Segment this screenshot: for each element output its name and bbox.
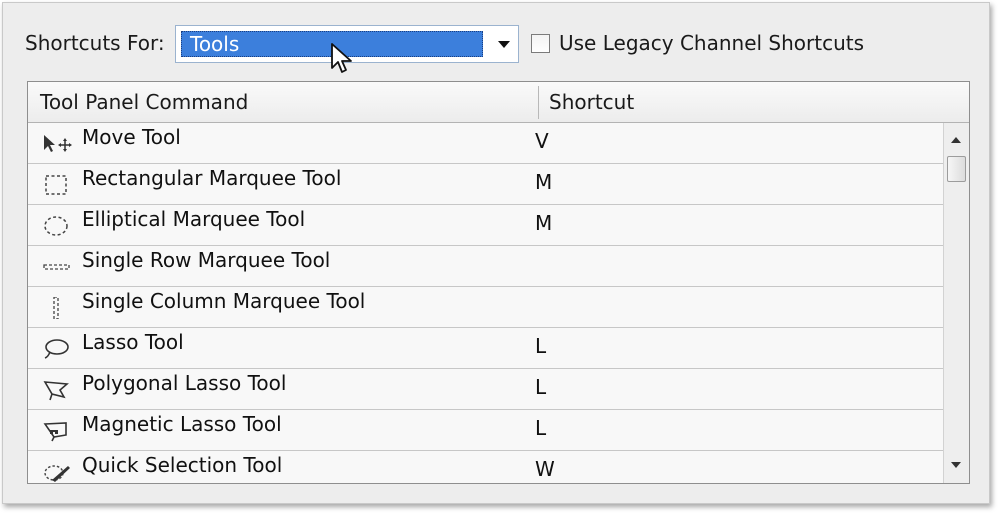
shortcut-key[interactable]: L <box>535 416 546 440</box>
column-header-shortcut[interactable]: Shortcut <box>549 82 634 123</box>
command-name: Magnetic Lasso Tool <box>82 412 282 436</box>
scroll-down-arrow-icon[interactable] <box>951 462 961 468</box>
table-row[interactable]: Quick Selection Tool W <box>28 451 943 483</box>
mouse-cursor-icon <box>331 43 352 73</box>
keyboard-shortcuts-panel: Shortcuts For: Tools Use Legacy Channel … <box>2 2 990 504</box>
single-row-marquee-icon <box>43 264 70 270</box>
table-row[interactable]: Single Column Marquee Tool <box>28 287 943 328</box>
table-header: Tool Panel Command Shortcut <box>28 82 969 123</box>
table-row[interactable]: Magnetic Lasso Tool L <box>28 410 943 451</box>
command-name: Move Tool <box>82 125 181 149</box>
dropdown-selected-value: Tools <box>190 32 240 56</box>
table-row[interactable]: Lasso Tool L <box>28 328 943 369</box>
column-divider[interactable] <box>538 86 539 119</box>
command-name: Rectangular Marquee Tool <box>82 166 342 190</box>
command-name: Elliptical Marquee Tool <box>82 207 306 231</box>
lasso-icon <box>44 339 69 359</box>
shortcut-table: Tool Panel Command Shortcut Move Tool V … <box>27 81 970 484</box>
vertical-scrollbar[interactable] <box>943 123 969 483</box>
shortcut-key[interactable]: M <box>535 211 552 235</box>
legacy-channel-label: Use Legacy Channel Shortcuts <box>559 31 865 55</box>
scroll-thumb[interactable] <box>947 156 966 182</box>
shortcut-key[interactable]: M <box>535 170 552 194</box>
quick-selection-icon <box>44 465 70 482</box>
table-row[interactable]: Polygonal Lasso Tool L <box>28 369 943 410</box>
magnetic-lasso-icon <box>43 422 67 442</box>
table-row[interactable]: Move Tool V <box>28 123 943 164</box>
scroll-up-arrow-icon[interactable] <box>951 137 961 143</box>
column-header-command[interactable]: Tool Panel Command <box>40 82 248 123</box>
command-name: Polygonal Lasso Tool <box>82 371 287 395</box>
chevron-down-icon[interactable] <box>498 41 510 48</box>
table-row[interactable]: Single Row Marquee Tool <box>28 246 943 287</box>
single-column-marquee-icon <box>53 297 59 319</box>
table-body: Move Tool V Rectangular Marquee Tool M E… <box>28 123 943 483</box>
command-name: Lasso Tool <box>82 330 184 354</box>
shortcut-key[interactable]: W <box>535 457 555 481</box>
elliptical-marquee-icon <box>44 216 68 236</box>
table-row[interactable]: Rectangular Marquee Tool M <box>28 164 943 205</box>
legacy-channel-checkbox[interactable] <box>531 34 550 53</box>
shortcuts-for-label: Shortcuts For: <box>25 31 165 55</box>
table-row[interactable]: Elliptical Marquee Tool M <box>28 205 943 246</box>
shortcut-key[interactable]: L <box>535 375 546 399</box>
polygonal-lasso-icon <box>43 381 69 401</box>
command-name: Quick Selection Tool <box>82 453 283 477</box>
shortcut-key[interactable]: L <box>535 334 546 358</box>
shortcut-key[interactable]: V <box>535 129 549 153</box>
command-name: Single Column Marquee Tool <box>82 289 366 313</box>
move-tool-icon <box>44 135 72 152</box>
rectangular-marquee-icon <box>45 175 67 195</box>
command-name: Single Row Marquee Tool <box>82 248 331 272</box>
